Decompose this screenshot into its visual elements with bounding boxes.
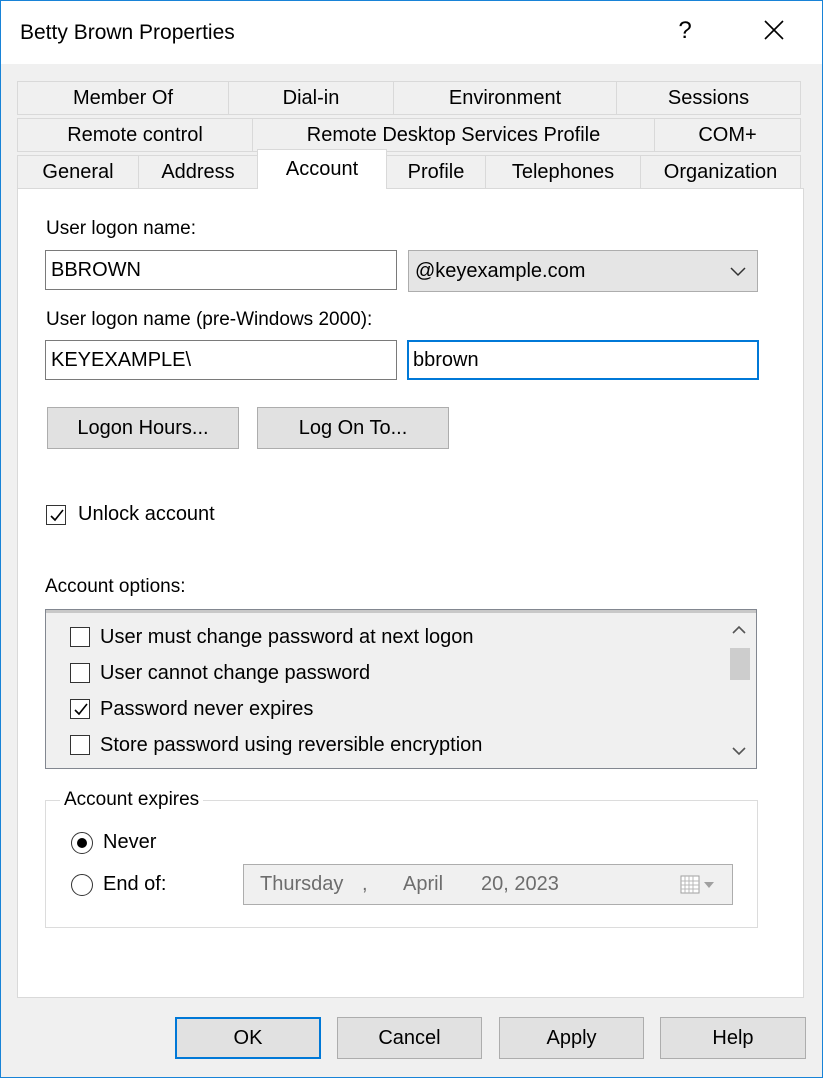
pre2000-label: User logon name (pre-Windows 2000):: [46, 309, 373, 330]
tab-dial-in[interactable]: Dial-in: [228, 81, 394, 115]
option-label: User cannot change password: [100, 661, 371, 684]
account-options-list: User must change password at next logon …: [45, 609, 757, 769]
date-month: April: [403, 873, 444, 895]
help-footer-button[interactable]: Help: [660, 1017, 806, 1059]
never-radio[interactable]: [71, 832, 93, 854]
properties-dialog: Betty Brown Properties ? Member Of Dial-…: [0, 0, 823, 1078]
scroll-up-icon[interactable]: [731, 623, 747, 641]
tab-account[interactable]: Account: [257, 149, 387, 189]
close-icon[interactable]: [759, 15, 789, 45]
log-on-to-button[interactable]: Log On To...: [257, 407, 449, 449]
option-label: Password never expires: [100, 697, 314, 720]
unlock-account-label: Unlock account: [78, 503, 215, 525]
scroll-down-icon[interactable]: [731, 744, 747, 762]
account-expires-label: Account expires: [60, 789, 204, 811]
end-of-radio[interactable]: [71, 874, 93, 896]
tab-organization[interactable]: Organization: [640, 155, 801, 189]
date-separator: ,: [362, 873, 368, 895]
unlock-account-checkbox[interactable]: [46, 505, 66, 525]
tab-telephones[interactable]: Telephones: [485, 155, 641, 189]
upn-suffix-dropdown[interactable]: @keyexample.com: [408, 250, 758, 292]
tab-environment[interactable]: Environment: [393, 81, 617, 115]
tab-profile[interactable]: Profile: [386, 155, 486, 189]
date-day-year: 20, 2023: [481, 873, 559, 895]
cancel-button[interactable]: Cancel: [337, 1017, 482, 1059]
list-item[interactable]: User must change password at next logon: [70, 619, 474, 655]
tab-sessions[interactable]: Sessions: [616, 81, 801, 115]
option-checkbox[interactable]: [70, 699, 90, 719]
pre2000-domain-field: KEYEXAMPLE\: [45, 340, 397, 380]
help-button[interactable]: ?: [673, 17, 697, 45]
list-item[interactable]: Password never expires: [70, 691, 313, 727]
list-top-edge: [46, 610, 756, 613]
tab-member-of[interactable]: Member Of: [17, 81, 229, 115]
tab-com-plus[interactable]: COM+: [654, 118, 801, 152]
tab-remote-control[interactable]: Remote control: [17, 118, 253, 152]
apply-button[interactable]: Apply: [499, 1017, 644, 1059]
tab-address[interactable]: Address: [138, 155, 258, 189]
title-bar: Betty Brown Properties ?: [1, 1, 822, 64]
chevron-down-icon: [729, 262, 747, 280]
logon-name-label: User logon name:: [46, 218, 196, 239]
window-title: Betty Brown Properties: [20, 21, 235, 44]
ok-button[interactable]: OK: [175, 1017, 321, 1059]
option-checkbox[interactable]: [70, 735, 90, 755]
scroll-thumb[interactable]: [730, 648, 750, 680]
logon-name-input[interactable]: BBROWN: [45, 250, 397, 290]
calendar-dropdown-icon[interactable]: [680, 874, 720, 902]
radio-selected-dot: [77, 838, 87, 848]
tab-general[interactable]: General: [17, 155, 139, 189]
never-label: Never: [103, 831, 157, 853]
account-options-label: Account options:: [45, 576, 186, 597]
upn-suffix-value: @keyexample.com: [415, 259, 586, 282]
option-label: Store password using reversible encrypti…: [100, 733, 483, 756]
options-scrollbar[interactable]: [722, 613, 756, 768]
logon-hours-button[interactable]: Logon Hours...: [47, 407, 239, 449]
option-checkbox[interactable]: [70, 663, 90, 683]
expiry-date-picker[interactable]: Thursday , April 20, 2023: [243, 864, 733, 905]
tab-remote-desktop-services-profile[interactable]: Remote Desktop Services Profile: [252, 118, 655, 152]
list-item[interactable]: User cannot change password: [70, 655, 370, 691]
option-label: User must change password at next logon: [100, 625, 474, 648]
pre2000-username-input[interactable]: bbrown: [407, 340, 759, 380]
list-item[interactable]: Store password using reversible encrypti…: [70, 727, 482, 763]
end-of-label: End of:: [103, 873, 167, 895]
option-checkbox[interactable]: [70, 627, 90, 647]
date-weekday: Thursday: [260, 873, 344, 895]
